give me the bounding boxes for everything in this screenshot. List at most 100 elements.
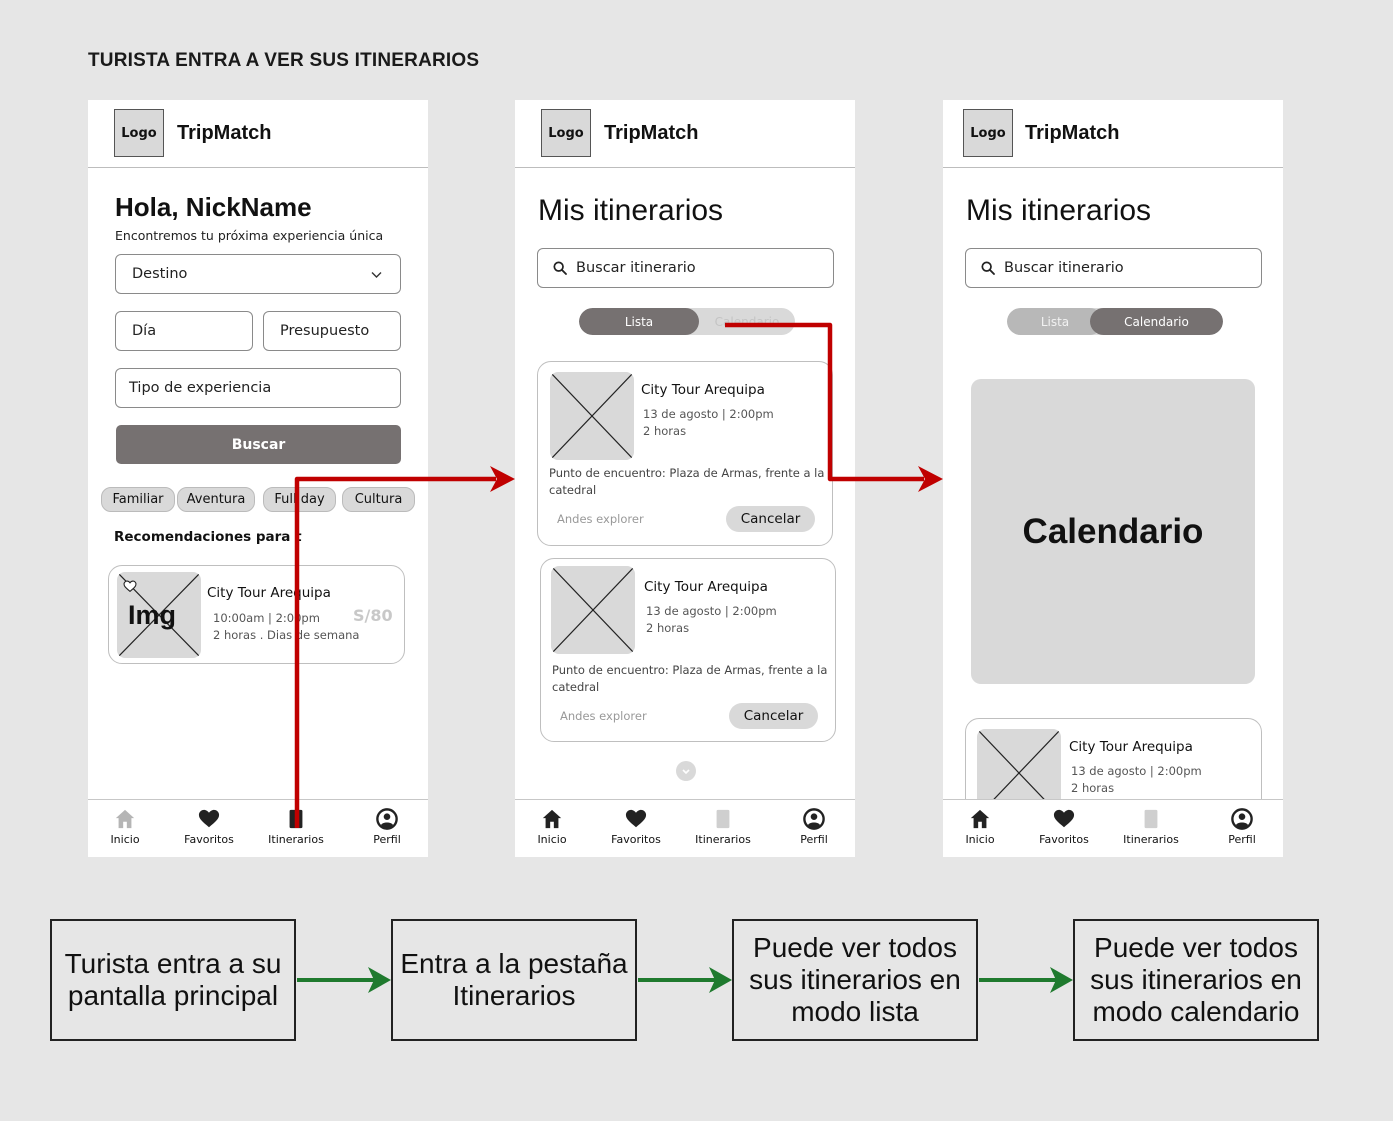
toggle-calendario[interactable]: Calendario xyxy=(699,308,795,335)
chip-cultura[interactable]: Cultura xyxy=(342,487,415,512)
screen-home: Logo TripMatch Hola, NickName Encontremo… xyxy=(88,100,428,857)
nav-favoritos-label: Favoritos xyxy=(611,833,661,846)
card-agency: Andes explorer xyxy=(560,709,647,723)
chip-familiar[interactable]: Familiar xyxy=(101,487,175,512)
card-date: 13 de agosto | 2:00pm xyxy=(643,407,774,421)
destino-label: Destino xyxy=(132,266,188,282)
card-duration: 2 horas xyxy=(1071,781,1115,795)
card-title: City Tour Arequipa xyxy=(641,382,765,398)
scroll-down-button[interactable] xyxy=(676,761,696,781)
card-duration: 2 horas xyxy=(643,424,687,438)
nav-inicio[interactable]: Inicio xyxy=(88,808,165,846)
img-label: Img xyxy=(128,600,177,630)
brand-name: TripMatch xyxy=(177,122,272,144)
search-placeholder: Buscar itinerario xyxy=(576,260,696,276)
search-input[interactable]: Buscar itinerario xyxy=(537,248,834,288)
card-title: City Tour Arequipa xyxy=(1069,739,1193,755)
home-icon xyxy=(114,808,136,830)
nav-itinerarios[interactable]: Itinerarios xyxy=(683,808,763,846)
nav-perfil-label: Perfil xyxy=(1228,833,1256,846)
card-price: S/80 xyxy=(353,606,393,625)
greeting: Hola, NickName xyxy=(115,192,312,222)
cancelar-button[interactable]: Cancelar xyxy=(726,506,815,532)
home-icon xyxy=(969,808,991,830)
toggle-lista[interactable]: Lista xyxy=(1007,308,1103,335)
nav-itinerarios-label: Itinerarios xyxy=(1123,833,1179,846)
image-placeholder xyxy=(550,372,634,460)
search-placeholder: Buscar itinerario xyxy=(1004,260,1124,276)
nav-favoritos[interactable]: Favoritos xyxy=(1024,808,1104,846)
nav-itinerarios-label: Itinerarios xyxy=(268,833,324,846)
nav-inicio-label: Inicio xyxy=(110,833,140,846)
itinerary-card[interactable]: City Tour Arequipa 13 de agosto | 2:00pm… xyxy=(540,558,836,742)
placeholder-x-icon xyxy=(550,372,634,460)
card-date: 13 de agosto | 2:00pm xyxy=(646,604,777,618)
nav-itinerarios-label: Itinerarios xyxy=(695,833,751,846)
nav-favoritos[interactable]: Favoritos xyxy=(169,808,249,846)
step-arrow-3 xyxy=(979,967,1073,993)
bottom-nav: Inicio Favoritos Itinerarios Perfil xyxy=(943,799,1283,857)
tipo-label: Tipo de experiencia xyxy=(129,380,272,396)
image-placeholder xyxy=(551,566,635,654)
nav-favoritos-label: Favoritos xyxy=(184,833,234,846)
card-meta: 2 horas . Dias de semana xyxy=(213,628,360,642)
nav-favoritos[interactable]: Favoritos xyxy=(596,808,676,846)
book-icon xyxy=(285,808,307,830)
buscar-button[interactable]: Buscar xyxy=(116,425,401,464)
chip-full-day[interactable]: Full day xyxy=(263,487,336,512)
page-title: Mis itinerarios xyxy=(538,194,724,227)
nav-perfil[interactable]: Perfil xyxy=(1202,808,1282,846)
view-toggle: Lista Calendario xyxy=(1007,308,1223,335)
destino-select[interactable]: Destino xyxy=(115,254,401,294)
page-title: Mis itinerarios xyxy=(966,194,1152,227)
step-2: Entra a la pestaña Itinerarios xyxy=(391,919,637,1041)
app-header: Logo TripMatch xyxy=(515,100,855,168)
app-header: Logo TripMatch xyxy=(88,100,428,168)
nav-inicio[interactable]: Inicio xyxy=(515,808,592,846)
nav-itinerarios[interactable]: Itinerarios xyxy=(1111,808,1191,846)
presupuesto-label: Presupuesto xyxy=(280,323,370,339)
heart-icon xyxy=(1053,808,1075,830)
tipo-experiencia-field[interactable]: Tipo de experiencia xyxy=(115,368,401,408)
logo: Logo xyxy=(541,109,591,157)
heart-outline-icon[interactable] xyxy=(123,580,137,593)
search-icon xyxy=(980,260,996,276)
bottom-nav: Inicio Favoritos Itinerarios Perfil xyxy=(515,799,855,857)
step-3: Puede ver todos sus itinerarios en modo … xyxy=(732,919,978,1041)
step-arrow-1 xyxy=(297,967,391,993)
card-meeting-point: Punto de encuentro: Plaza de Armas, fren… xyxy=(549,466,825,497)
calendar-placeholder[interactable]: Calendario xyxy=(971,379,1255,684)
nav-itinerarios[interactable]: Itinerarios xyxy=(256,808,336,846)
diagram-title: TURISTA ENTRA A VER SUS ITINERARIOS xyxy=(88,50,480,71)
logo: Logo xyxy=(114,109,164,157)
nav-perfil[interactable]: Perfil xyxy=(347,808,427,846)
cancelar-button[interactable]: Cancelar xyxy=(729,703,818,729)
nav-perfil-label: Perfil xyxy=(800,833,828,846)
presupuesto-field[interactable]: Presupuesto xyxy=(263,311,401,351)
nav-perfil[interactable]: Perfil xyxy=(774,808,854,846)
search-input[interactable]: Buscar itinerario xyxy=(965,248,1262,288)
screen-itinerarios-lista: Logo TripMatch Mis itinerarios Buscar it… xyxy=(515,100,855,857)
recommendation-card[interactable]: Img City Tour Arequipa 10:00am | 2:00pm … xyxy=(108,565,405,664)
chip-aventura[interactable]: Aventura xyxy=(177,487,255,512)
card-title: City Tour Arequipa xyxy=(644,579,768,595)
home-icon xyxy=(541,808,563,830)
card-agency: Andes explorer xyxy=(557,512,644,526)
card-meeting-point: Punto de encuentro: Plaza de Armas, fren… xyxy=(552,663,828,694)
placeholder-x-icon xyxy=(551,566,635,654)
step-4: Puede ver todos sus itinerarios en modo … xyxy=(1073,919,1319,1041)
toggle-lista[interactable]: Lista xyxy=(579,308,699,335)
step-arrow-2 xyxy=(638,967,732,993)
dia-field[interactable]: Día xyxy=(115,311,253,351)
dia-label: Día xyxy=(132,323,157,339)
chevron-down-icon xyxy=(371,272,382,278)
user-icon xyxy=(1231,808,1253,830)
itinerary-card[interactable]: City Tour Arequipa 13 de agosto | 2:00pm… xyxy=(537,361,833,546)
book-icon xyxy=(712,808,734,830)
heart-icon xyxy=(198,808,220,830)
toggle-calendario[interactable]: Calendario xyxy=(1090,308,1223,335)
screen-itinerarios-calendario: Logo TripMatch Mis itinerarios Buscar it… xyxy=(943,100,1283,857)
nav-inicio[interactable]: Inicio xyxy=(943,808,1020,846)
view-toggle: Lista Calendario xyxy=(579,308,795,335)
app-header: Logo TripMatch xyxy=(943,100,1283,168)
